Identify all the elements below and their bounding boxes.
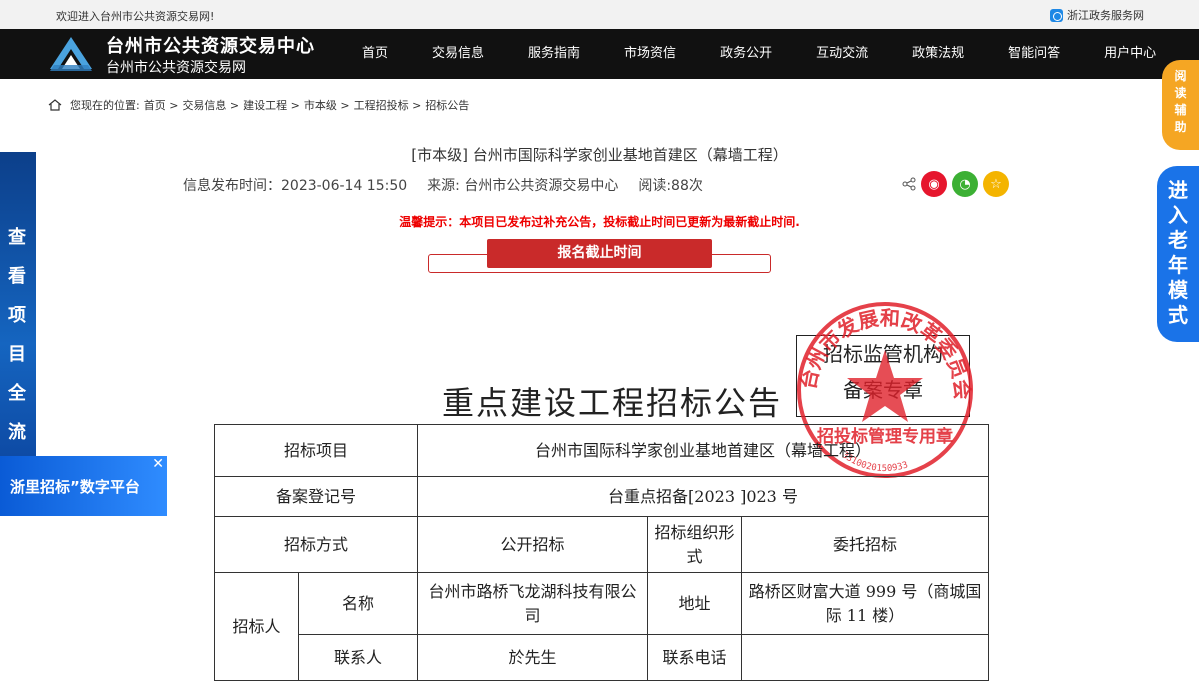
panel-char: 看 xyxy=(8,266,26,287)
panel-char: 项 xyxy=(8,305,26,326)
main-nav: 首页 交易信息 服务指南 市场资信 政务公开 互动交流 政策法规 智能问答 用户… xyxy=(350,29,1188,79)
article-title: [市本级] 台州市国际科学家创业基地首建区（幕墙工程） xyxy=(411,146,788,164)
site-title[interactable]: 台州市公共资源交易中心 xyxy=(106,32,315,58)
breadcrumb: 您现在的位置: 首页 > 交易信息 > 建设工程 > 市本级 > 工程招投标 >… xyxy=(48,97,469,113)
elder-mode-char: 年 xyxy=(1168,253,1188,277)
nav-home[interactable]: 首页 xyxy=(350,29,400,79)
contact-value: 於先生 xyxy=(417,634,648,681)
panel-char: 目 xyxy=(8,344,26,365)
address-value: 路桥区财富大道 999 号（商城国际 11 楼） xyxy=(741,572,989,635)
warm-tip-notice: 温馨提示：本项目已发布过补充公告，投标截止时间已更新为最新截止时间. xyxy=(399,215,800,229)
banner-text: 浙里招标”数字平台 xyxy=(10,478,140,496)
nav-smart-qa[interactable]: 智能问答 xyxy=(996,29,1072,79)
contact-label: 联系人 xyxy=(298,634,418,681)
article-source: 来源: 台州市公共资源交易中心 xyxy=(427,178,619,194)
read-aid-char: 辅 xyxy=(1174,103,1187,117)
method-value: 公开招标 xyxy=(417,516,648,573)
gov-service-link[interactable]: 浙江政务服务网 xyxy=(1050,7,1144,23)
deadline-button[interactable]: 报名截止时间 xyxy=(487,239,712,268)
breadcrumb-prefix: 您现在的位置: xyxy=(70,99,140,112)
article-meta: 信息发布时间：2023-06-14 15:50 来源: 台州市公共资源交易中心 … xyxy=(183,175,703,195)
tender-info-table: 招标项目 台州市国际科学家创业基地首建区（幕墙工程） 备案登记号 台重点招备[2… xyxy=(214,424,989,681)
breadcrumb-city-level[interactable]: 市本级 > xyxy=(304,97,350,113)
elder-mode-char: 入 xyxy=(1168,203,1188,227)
elder-mode-char: 模 xyxy=(1168,278,1188,302)
method-label: 招标方式 xyxy=(214,516,418,573)
top-bar: 欢迎进入台州市公共资源交易网! 浙江政务服务网 xyxy=(0,0,1199,29)
panel-char: 查 xyxy=(8,227,26,248)
breadcrumb-construction[interactable]: 建设工程 > xyxy=(243,97,300,113)
wechat-share-icon[interactable]: ◔ xyxy=(952,171,978,197)
publish-time: 信息发布时间：2023-06-14 15:50 xyxy=(183,178,408,194)
site-logo-icon[interactable] xyxy=(48,35,94,73)
home-icon xyxy=(48,99,62,111)
tenderer-label: 招标人 xyxy=(214,572,299,681)
nav-market-credit[interactable]: 市场资信 xyxy=(612,29,688,79)
panel-char: 全 xyxy=(8,383,26,404)
panel-char: 流 xyxy=(8,422,26,443)
share-icon[interactable] xyxy=(902,177,916,191)
site-header: 台州市公共资源交易中心 台州市公共资源交易网 首页 交易信息 服务指南 市场资信… xyxy=(0,29,1199,79)
nav-interaction[interactable]: 互动交流 xyxy=(804,29,880,79)
digital-platform-banner[interactable]: 浙里招标”数字平台 ✕ xyxy=(0,456,167,516)
gov-service-label: 浙江政务服务网 xyxy=(1067,9,1144,22)
site-subtitle: 台州市公共资源交易网 xyxy=(106,60,246,76)
read-aid-char: 读 xyxy=(1174,86,1187,100)
elder-mode-char: 式 xyxy=(1168,303,1188,327)
nav-service-guide[interactable]: 服务指南 xyxy=(516,29,592,79)
document-heading: 重点建设工程招标公告 xyxy=(442,384,783,422)
weibo-share-icon[interactable]: ◉ xyxy=(921,171,947,197)
org-form-label: 招标组织形式 xyxy=(647,516,742,573)
gov-service-icon xyxy=(1050,8,1063,22)
breadcrumb-current: 招标公告 xyxy=(425,99,470,112)
elder-mode-char: 老 xyxy=(1168,228,1188,252)
breadcrumb-home[interactable]: 首页 > xyxy=(144,97,179,113)
reg-value: 台重点招备[2023 ]023 号 xyxy=(417,476,989,517)
breadcrumb-bidding[interactable]: 工程招投标 > xyxy=(354,97,422,113)
welcome-text: 欢迎进入台州市公共资源交易网! xyxy=(56,10,215,23)
project-label: 招标项目 xyxy=(214,424,418,477)
phone-label: 联系电话 xyxy=(647,634,742,681)
phone-value xyxy=(741,634,989,681)
org-form-value: 委托招标 xyxy=(741,516,989,573)
favorite-star-icon[interactable]: ☆ xyxy=(983,171,1009,197)
nav-user-center[interactable]: 用户中心 xyxy=(1092,29,1168,79)
reg-label: 备案登记号 xyxy=(214,476,418,517)
share-bar: ◉ ◔ ☆ xyxy=(902,171,1009,197)
address-label: 地址 xyxy=(647,572,742,635)
name-label: 名称 xyxy=(298,572,418,635)
read-count: 阅读:88次 xyxy=(638,178,703,194)
nav-policy[interactable]: 政策法规 xyxy=(900,29,976,79)
elder-mode-char: 进 xyxy=(1168,178,1188,202)
reading-assist-button[interactable]: 阅 读 辅 助 xyxy=(1162,60,1199,150)
read-aid-char: 阅 xyxy=(1174,69,1187,83)
project-flow-panel[interactable]: 查 看 项 目 全 流 程 信 xyxy=(0,152,36,521)
elder-mode-button[interactable]: 进 入 老 年 模 式 xyxy=(1157,166,1199,342)
project-value: 台州市国际科学家创业基地首建区（幕墙工程） xyxy=(417,424,989,477)
read-aid-char: 助 xyxy=(1174,120,1187,134)
nav-trade-info[interactable]: 交易信息 xyxy=(420,29,496,79)
close-icon[interactable]: ✕ xyxy=(152,456,164,472)
nav-gov-affairs[interactable]: 政务公开 xyxy=(708,29,784,79)
breadcrumb-trade-info[interactable]: 交易信息 > xyxy=(182,97,239,113)
name-value: 台州市路桥飞龙湖科技有限公司 xyxy=(417,572,648,635)
